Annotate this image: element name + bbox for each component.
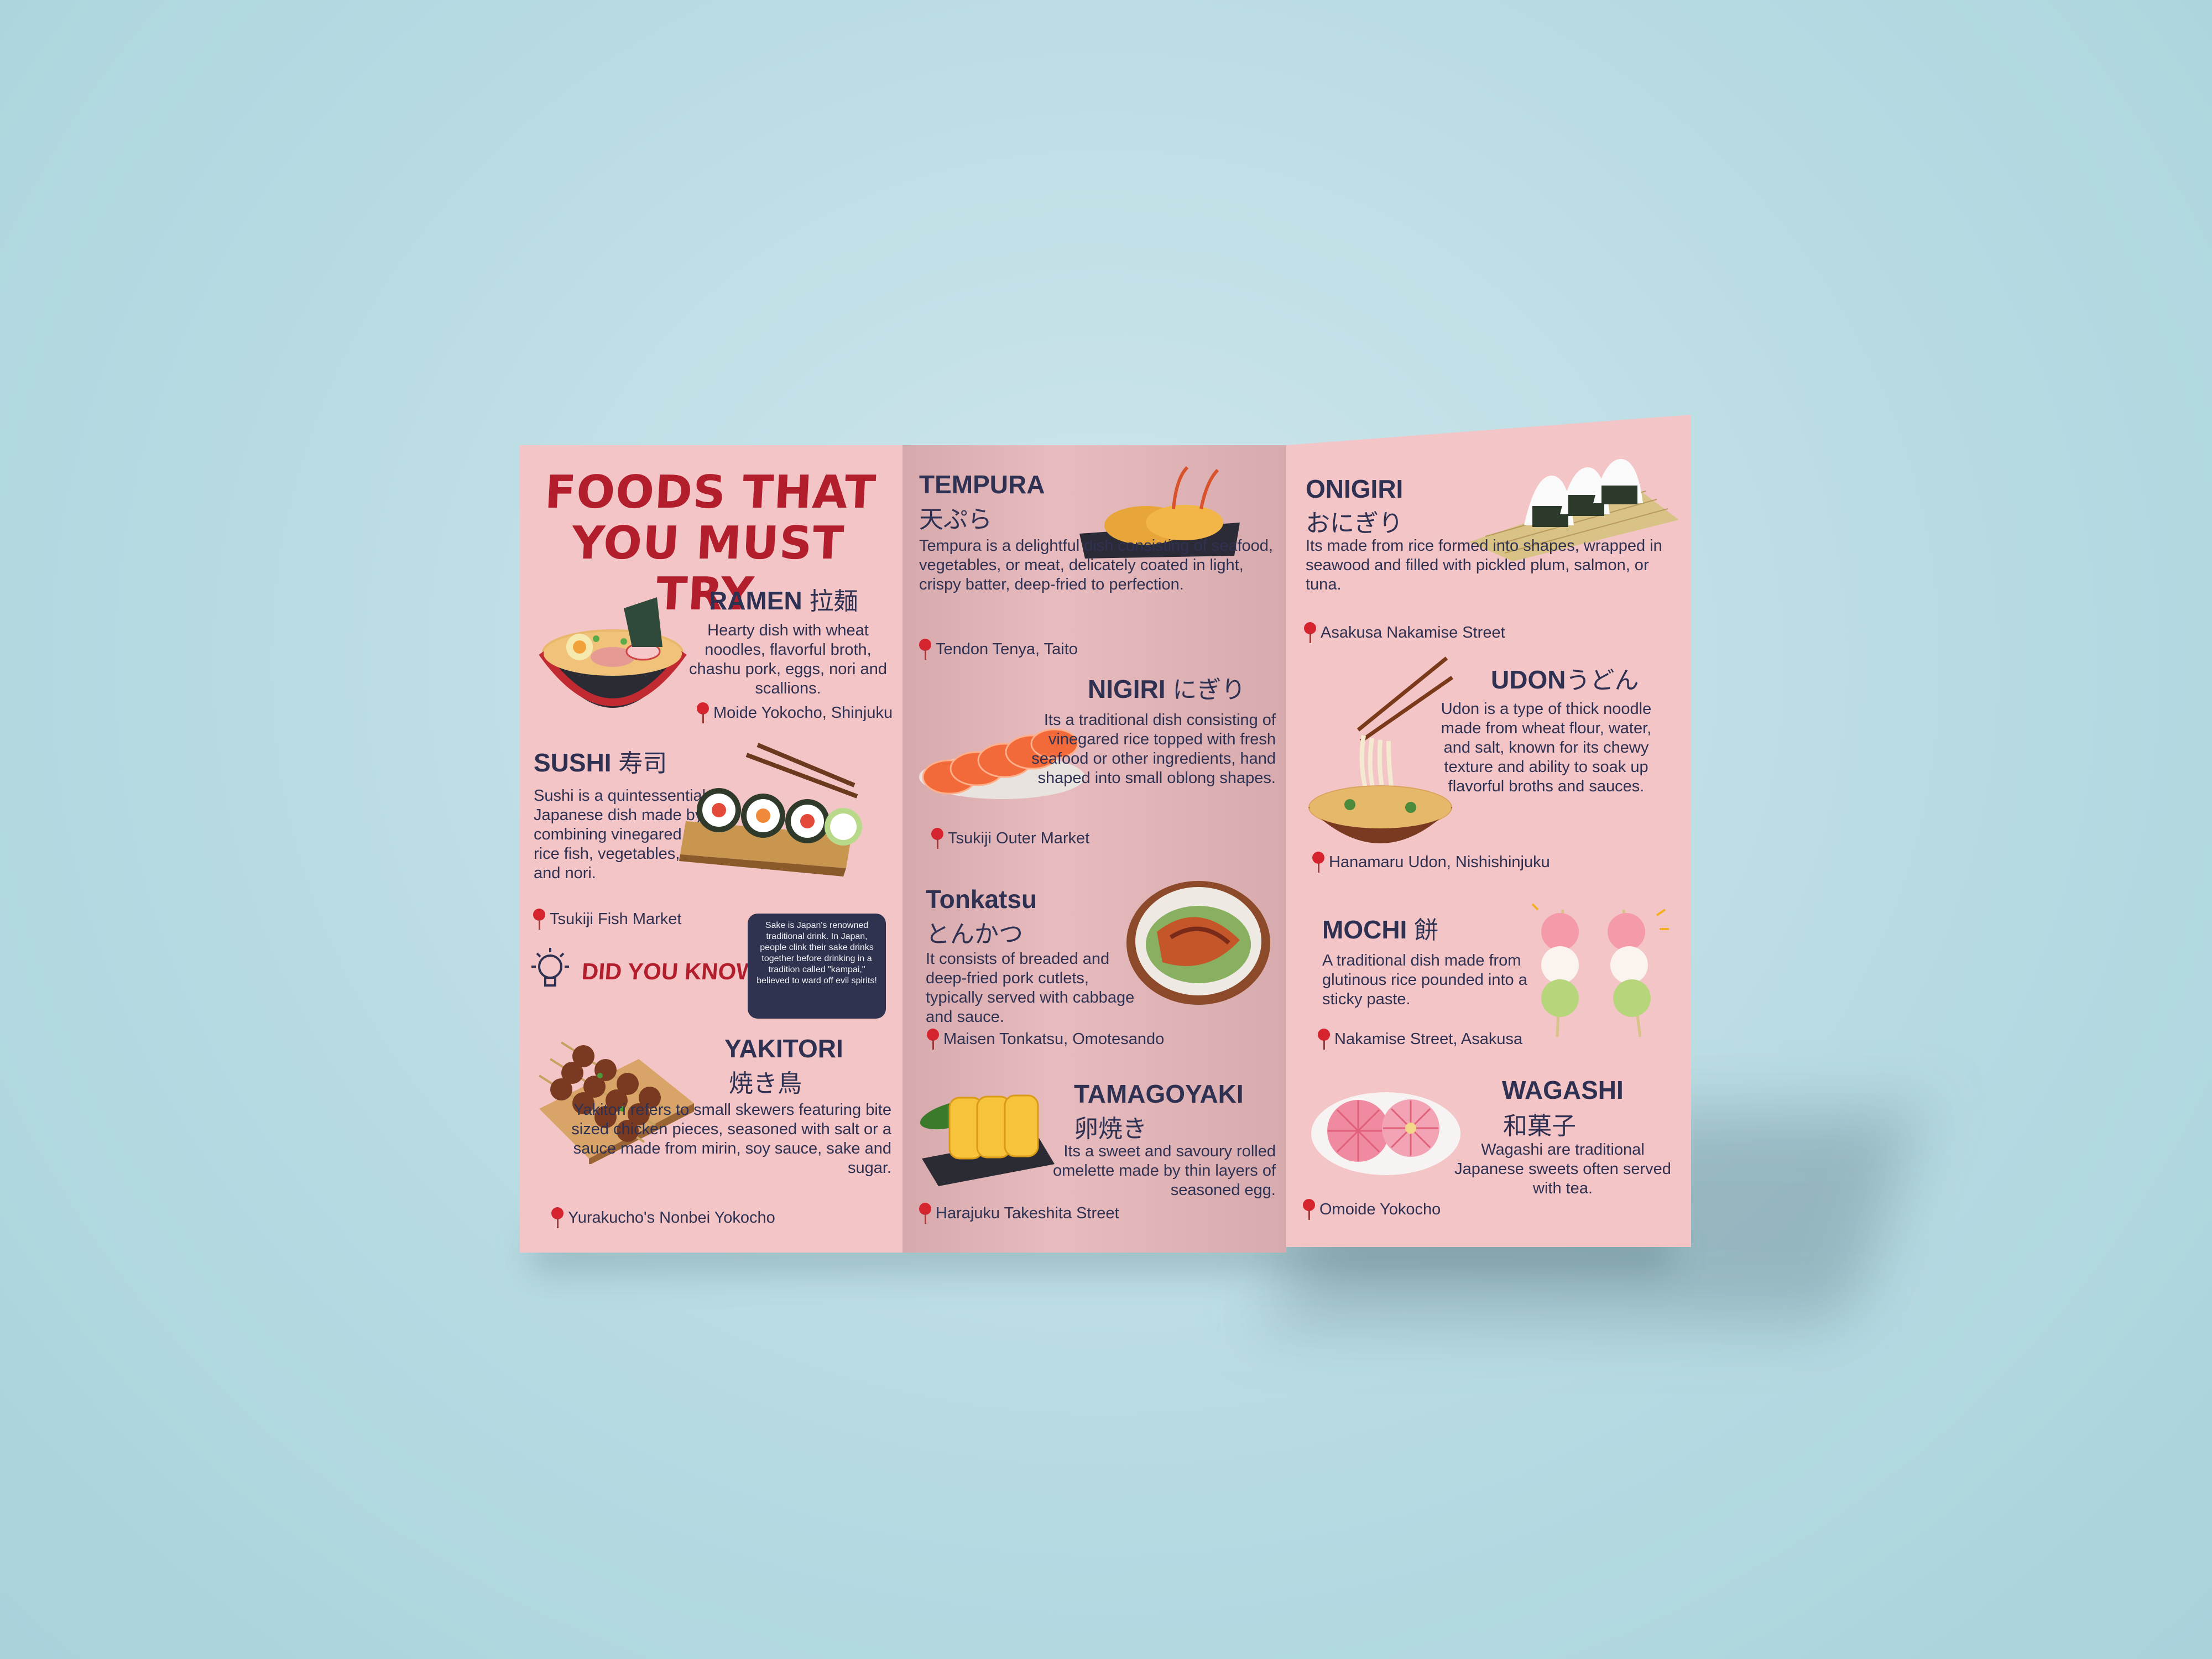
location-pin-icon — [696, 702, 710, 723]
panel-right: ONIGIRI おにぎり Its made from rice formed i… — [1286, 415, 1691, 1247]
onigiri-location: Asakusa Nakamise Street — [1303, 622, 1505, 643]
nigiri-description: Its a traditional dish consisting of vin… — [1031, 711, 1276, 787]
tamagoyaki-location: Harajuku Takeshita Street — [918, 1203, 1119, 1224]
mochi-name: MOCHI 餅 — [1322, 915, 1439, 945]
tonkatsu-location: Maisen Tonkatsu, Omotesando — [926, 1029, 1164, 1050]
yakitori-location: Yurakucho's Nonbei Yokocho — [550, 1207, 775, 1228]
tamagoyaki-description: Its a sweet and savoury rolled omelette … — [1053, 1142, 1276, 1199]
wagashi-description: Wagashi are traditional Japanese sweets … — [1454, 1141, 1671, 1197]
location-pin-icon — [926, 1029, 940, 1050]
location-pin-icon — [918, 639, 932, 660]
udon-illustration — [1308, 656, 1454, 843]
location-pin-icon — [930, 828, 945, 849]
sushi-location: Tsukiji Fish Market — [532, 909, 682, 930]
ramen-description: Hearty dish with wheat noodles, flavorfu… — [689, 622, 887, 697]
tonkatsu-description: It consists of breaded and deep-fried po… — [926, 950, 1135, 1026]
tonkatsu-japanese: とんかつ — [926, 920, 1023, 948]
nigiri-name: NIGIRI にぎり — [1088, 675, 1246, 704]
ramen-illustration — [539, 597, 687, 708]
location-pin-icon — [532, 909, 546, 930]
udon-name: UDONうどん — [1491, 665, 1639, 695]
location-pin-icon — [1311, 852, 1326, 873]
udon-description: Udon is a type of thick noodle made from… — [1441, 700, 1652, 795]
ramen-name: RAMEN 拉麺 — [709, 586, 858, 615]
lightbulb-icon — [531, 948, 569, 987]
sake-fact-box: Sake is Japan's renowned traditional dri… — [748, 914, 886, 1019]
sushi-illustration — [679, 743, 862, 877]
yakitori-description: Yakitori refers to small skewers featuri… — [571, 1101, 891, 1177]
mochi-description: A traditional dish made from glutinous r… — [1322, 952, 1527, 1008]
tempura-japanese: 天ぷら — [919, 505, 992, 534]
location-pin-icon — [1317, 1029, 1331, 1050]
onigiri-japanese: おにぎり — [1306, 509, 1403, 538]
location-pin-icon — [1303, 622, 1317, 643]
yakitori-name: YAKITORI — [724, 1034, 843, 1063]
mochi-location: Nakamise Street, Asakusa — [1317, 1029, 1522, 1050]
tamagoyaki-name: TAMAGOYAKI — [1074, 1079, 1244, 1108]
tempura-description: Tempura is a delightful dish consisting … — [919, 537, 1273, 593]
sushi-name: SUSHI 寿司 — [534, 748, 667, 778]
mochi-illustration — [1531, 903, 1669, 1037]
trifold-brochure: FOODS THAT YOU MUST TRY RAMEN 拉麺 Hearty … — [0, 0, 2212, 1659]
yakitori-japanese: 焼き鳥 — [729, 1070, 802, 1098]
panel-left: FOODS THAT YOU MUST TRY RAMEN 拉麺 Hearty … — [520, 445, 902, 1253]
onigiri-description: Its made from rice formed into shapes, w… — [1306, 537, 1662, 593]
location-pin-icon — [1302, 1199, 1316, 1220]
did-you-know-label: DID YOU KNOW? — [581, 958, 774, 984]
wagashi-japanese: 和菓子 — [1503, 1112, 1576, 1140]
tempura-location: Tendon Tenya, Taito — [918, 639, 1078, 660]
wagashi-name: WAGASHI — [1502, 1076, 1624, 1104]
location-pin-icon — [918, 1203, 932, 1224]
wagashi-illustration — [1311, 1092, 1460, 1175]
panel-middle: TEMPURA 天ぷら Tempura is a delightful dish… — [902, 445, 1286, 1253]
onigiri-name: ONIGIRI — [1306, 474, 1404, 503]
udon-location: Hanamaru Udon, Nishishinjuku — [1311, 852, 1550, 873]
wagashi-location: Omoide Yokocho — [1302, 1199, 1441, 1220]
ramen-location: Moide Yokocho, Shinjuku — [696, 702, 893, 723]
tamagoyaki-japanese: 卵焼き — [1074, 1115, 1147, 1143]
nigiri-location: Tsukiji Outer Market — [930, 828, 1089, 849]
location-pin-icon — [550, 1207, 565, 1228]
tonkatsu-name: Tonkatsu — [926, 885, 1037, 914]
tempura-name: TEMPURA — [919, 470, 1045, 499]
